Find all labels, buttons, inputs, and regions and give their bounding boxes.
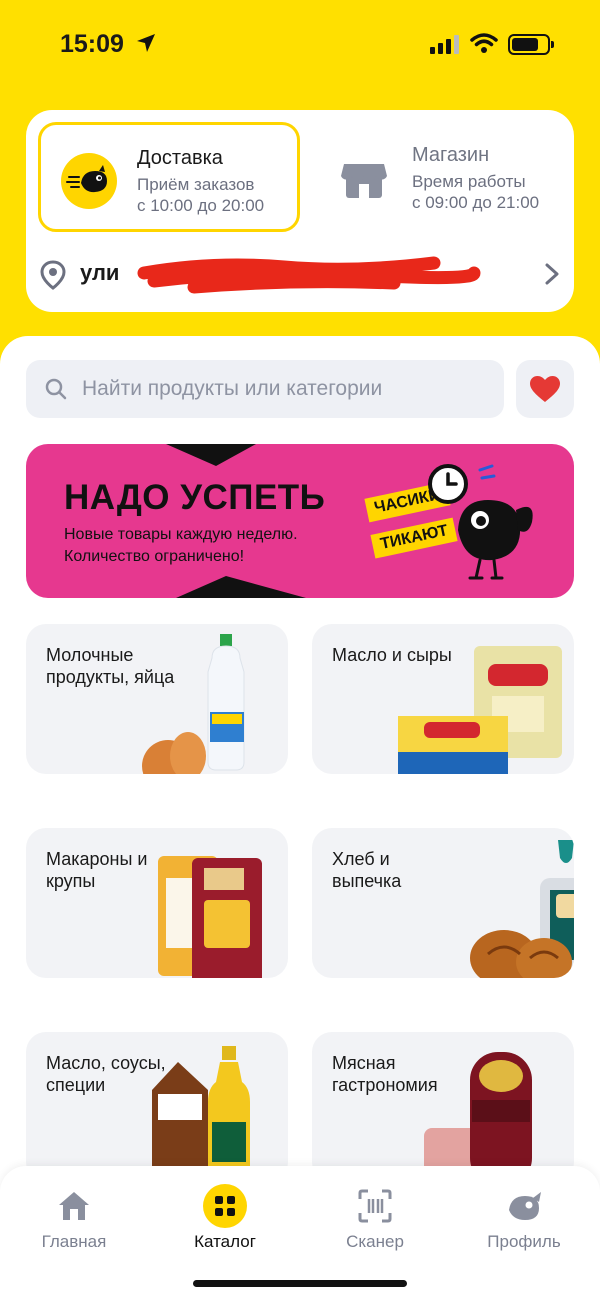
category-pasta-grains[interactable]: Макароны и крупы xyxy=(26,828,288,978)
category-butter-cheese[interactable]: Масло и сыры xyxy=(312,624,574,774)
banner-line1: Новые товары каждую неделю. xyxy=(64,526,298,543)
wifi-icon xyxy=(470,33,498,53)
tab-label: Профиль xyxy=(487,1232,561,1251)
heart-icon xyxy=(530,376,560,402)
delivery-hours-line2: с 10:00 до 20:00 xyxy=(137,196,265,215)
store-title: Магазин xyxy=(412,144,490,166)
delivery-hours: Приём заказов с 10:00 до 20:00 xyxy=(137,174,264,216)
location-arrow-icon xyxy=(137,34,155,52)
tab-catalog[interactable]: Каталог xyxy=(165,1180,285,1260)
oil-sauce-image xyxy=(152,1046,250,1182)
redaction-scribble xyxy=(137,256,481,294)
home-icon xyxy=(52,1184,96,1228)
cellular-signal-icon xyxy=(430,35,459,54)
home-indicator xyxy=(193,1280,407,1287)
sausage-image xyxy=(424,1052,532,1182)
tab-scanner[interactable]: Сканер xyxy=(315,1180,435,1260)
bottom-nav: Главная Каталог Сканер Профиль xyxy=(0,1166,600,1300)
banner-title: НАДО УСПЕТЬ xyxy=(64,478,326,517)
search-icon xyxy=(45,378,67,400)
store-hours: Время работы с 09:00 до 21:00 xyxy=(412,171,539,213)
pasta-grains-image xyxy=(158,856,262,978)
address-selector[interactable]: ули xyxy=(38,250,562,298)
delivery-hours-line1: Приём заказов xyxy=(137,175,255,194)
tab-profile[interactable]: Профиль xyxy=(464,1180,584,1260)
catalog-icon xyxy=(203,1184,247,1228)
tab-label: Каталог xyxy=(194,1232,256,1251)
category-bread-bakery[interactable]: Хлеб и выпечка xyxy=(312,828,574,978)
tab-home[interactable]: Главная xyxy=(14,1180,134,1260)
status-bar: 15:09 xyxy=(0,0,600,90)
promo-banner[interactable]: НАДО УСПЕТЬ Новые товары каждую неделю. … xyxy=(26,444,574,598)
chevron-right-icon xyxy=(545,263,559,285)
bread-pastry-image xyxy=(470,840,574,978)
tab-label: Главная xyxy=(41,1232,107,1251)
search-bar[interactable] xyxy=(26,360,504,418)
butter-cheese-image xyxy=(398,646,562,774)
delivery-bird-icon xyxy=(61,153,117,209)
milk-eggs-image xyxy=(142,634,245,774)
category-meat-deli[interactable]: Мясная гастрономия xyxy=(312,1032,574,1182)
catalog-sheet: НАДО УСПЕТЬ Новые товары каждую неделю. … xyxy=(0,336,600,1300)
tab-label: Сканер xyxy=(346,1232,404,1251)
search-input[interactable] xyxy=(82,360,492,418)
banner-subtitle: Новые товары каждую неделю. Количество о… xyxy=(64,524,364,568)
address-text: ули xyxy=(80,260,120,285)
category-dairy[interactable]: Молочные продукты, яйца xyxy=(26,624,288,774)
store-hours-line1: Время работы xyxy=(412,172,526,191)
favorites-button[interactable] xyxy=(516,360,574,418)
store-hours-line2: с 09:00 до 21:00 xyxy=(412,193,540,212)
store-icon xyxy=(336,150,392,206)
delivery-mode-option[interactable]: Доставка Приём заказов с 10:00 до 20:00 xyxy=(38,122,300,232)
profile-icon xyxy=(502,1184,546,1228)
delivery-title: Доставка xyxy=(137,147,223,169)
scanner-icon xyxy=(353,1184,397,1228)
store-mode-option[interactable]: Магазин Время работы с 09:00 до 21:00 xyxy=(316,122,566,232)
category-oils-sauces[interactable]: Масло, соусы, специи xyxy=(26,1032,288,1182)
location-pin-icon xyxy=(40,260,66,290)
delivery-mode-card: Доставка Приём заказов с 10:00 до 20:00 … xyxy=(26,110,574,312)
status-time: 15:09 xyxy=(60,30,124,58)
battery-icon xyxy=(508,34,554,55)
banner-line2: Количество ограничено! xyxy=(64,548,245,565)
clock-bird-icon xyxy=(428,464,533,580)
